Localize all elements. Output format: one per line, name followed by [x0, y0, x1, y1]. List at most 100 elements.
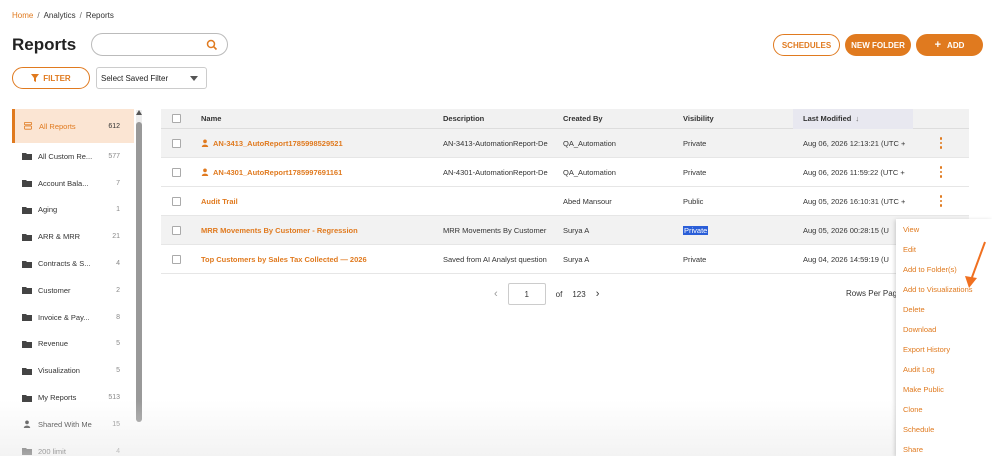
pagination: ‹ 1 of 123 › — [494, 283, 599, 305]
folder-icon — [22, 206, 32, 214]
menu-item-delete[interactable]: Delete — [896, 299, 992, 319]
report-name-link[interactable]: Audit Trail — [201, 197, 238, 206]
row-actions-kebab-icon[interactable] — [939, 136, 943, 150]
saved-filter-select[interactable]: Select Saved Filter — [96, 67, 207, 89]
person-icon — [201, 168, 209, 176]
new-folder-button[interactable]: NEW FOLDER — [845, 34, 911, 56]
sidebar-item-all-custom-reports[interactable]: All Custom Re... 577 — [12, 143, 134, 170]
menu-item-download[interactable]: Download — [896, 319, 992, 339]
search-input[interactable] — [100, 34, 210, 55]
table-row[interactable]: AN-3413_AutoReport1785998529521 AN-3413-… — [161, 129, 969, 158]
person-icon — [201, 139, 209, 147]
folder-icon — [22, 287, 32, 295]
row-actions-kebab-icon[interactable] — [939, 165, 943, 179]
report-name-link[interactable]: MRR Movements By Customer - Regression — [201, 226, 358, 235]
add-button[interactable]: + ADD — [916, 34, 983, 56]
row-checkbox[interactable] — [171, 138, 181, 148]
new-folder-button-label: NEW FOLDER — [851, 40, 905, 50]
column-header-name[interactable]: Name — [191, 114, 433, 123]
page-number-input[interactable]: 1 — [507, 283, 546, 305]
sidebar-item-count: 4 — [116, 260, 120, 268]
sidebar-item-aging[interactable]: Aging 1 — [12, 197, 134, 224]
row-checkbox[interactable] — [171, 167, 181, 177]
sidebar-item-arr-mrr[interactable]: ARR & MRR 21 — [12, 223, 134, 250]
reports-stack-icon — [24, 122, 32, 130]
row-checkbox[interactable] — [171, 196, 181, 206]
search-icon[interactable] — [206, 39, 218, 51]
sidebar-item-account-balances[interactable]: Account Bala... 7 — [12, 170, 134, 197]
rows-per-page-label: Rows Per Pag — [846, 289, 896, 298]
report-description: AN-4301-AutomationReport-De — [443, 167, 548, 177]
column-header-last-modified[interactable]: Last Modified ↓ — [793, 108, 913, 129]
report-visibility: Private — [683, 225, 709, 235]
menu-item-view[interactable]: View — [896, 219, 992, 239]
menu-item-schedule[interactable]: Schedule — [896, 419, 992, 439]
prev-page-icon[interactable]: ‹ — [494, 288, 498, 300]
folder-sidebar: All Reports 612 All Custom Re... 577 Acc… — [12, 109, 134, 456]
table-header: Name Description Created By Visibility L… — [161, 108, 969, 129]
breadcrumb-separator: / — [79, 11, 82, 20]
sidebar-item-count: 612 — [108, 122, 120, 130]
report-name-link[interactable]: Top Customers by Sales Tax Collected — 2… — [201, 255, 367, 264]
filter-button-label: FILTER — [43, 73, 71, 83]
column-header-created-by[interactable]: Created By — [553, 114, 673, 123]
sidebar-item-all-reports[interactable]: All Reports 612 — [12, 109, 134, 143]
schedules-button[interactable]: SCHEDULES — [773, 34, 840, 56]
menu-item-share[interactable]: Share — [896, 439, 992, 456]
chevron-down-icon — [190, 75, 198, 81]
sidebar-item-count: 21 — [112, 233, 120, 241]
sidebar-item-label: Invoice & Pay... — [38, 312, 90, 322]
sidebar-item-shared-with-me[interactable]: Shared With Me 15 — [12, 411, 134, 438]
sidebar-item-count: 15 — [112, 420, 120, 428]
folder-icon — [22, 180, 32, 188]
table-row[interactable]: Top Customers by Sales Tax Collected — 2… — [161, 245, 969, 274]
search-box[interactable] — [91, 33, 228, 56]
menu-item-clone[interactable]: Clone — [896, 399, 992, 419]
sidebar-item-customer[interactable]: Customer 2 — [12, 277, 134, 304]
breadcrumb: Home / Analytics / Reports — [12, 11, 114, 20]
reports-table: Name Description Created By Visibility L… — [161, 108, 969, 274]
sidebar-item-label: Aging — [38, 205, 58, 215]
sidebar-item-revenue[interactable]: Revenue 5 — [12, 331, 134, 358]
row-checkbox[interactable] — [171, 254, 181, 264]
sidebar-item-label: 200 limit — [38, 446, 66, 456]
page-total: 123 — [572, 289, 586, 299]
report-name-link[interactable]: AN-3413_AutoReport1785998529521 — [213, 139, 343, 148]
sidebar-item-label: Shared With Me — [38, 419, 92, 429]
next-page-icon[interactable]: › — [596, 288, 600, 300]
breadcrumb-home[interactable]: Home — [12, 11, 33, 20]
sidebar-item-count: 7 — [116, 179, 120, 187]
filter-button[interactable]: FILTER — [12, 67, 90, 89]
report-name-link[interactable]: AN-4301_AutoReport1785997691161 — [213, 168, 342, 177]
column-header-description[interactable]: Description — [433, 114, 553, 123]
table-row[interactable]: MRR Movements By Customer - Regression M… — [161, 216, 969, 245]
sort-arrow-icon: ↓ — [855, 114, 860, 123]
person-icon — [23, 420, 31, 429]
menu-item-audit-log[interactable]: Audit Log — [896, 359, 992, 379]
sidebar-item-count: 5 — [116, 340, 120, 348]
report-created-by: QA_Automation — [563, 138, 616, 148]
scroll-up-arrow-icon[interactable] — [136, 110, 142, 115]
sidebar-item-invoice-payments[interactable]: Invoice & Pay... 8 — [12, 304, 134, 331]
table-row[interactable]: Audit Trail Abed Mansour Public Aug 05, … — [161, 187, 969, 216]
sidebar-scrollbar-thumb[interactable] — [136, 122, 142, 422]
row-actions-kebab-icon[interactable] — [939, 194, 943, 208]
sidebar-item-visualization[interactable]: Visualization 5 — [12, 357, 134, 384]
breadcrumb-analytics[interactable]: Analytics — [44, 11, 76, 20]
select-all-checkbox[interactable] — [171, 114, 181, 123]
page-title: Reports — [12, 35, 77, 54]
report-visibility: Public — [683, 196, 704, 206]
sidebar-item-contracts[interactable]: Contracts & S... 4 — [12, 250, 134, 277]
plus-icon: + — [934, 39, 942, 51]
table-row[interactable]: AN-4301_AutoReport1785997691161 AN-4301-… — [161, 158, 969, 187]
sidebar-item-my-reports[interactable]: My Reports 513 — [12, 384, 134, 411]
sidebar-item-label: Revenue — [38, 339, 69, 349]
menu-item-make-public[interactable]: Make Public — [896, 379, 992, 399]
row-checkbox[interactable] — [171, 225, 181, 235]
folder-icon — [22, 153, 32, 161]
report-description: Saved from AI Analyst question — [443, 254, 547, 264]
sidebar-scrollbar[interactable] — [136, 110, 142, 422]
column-header-visibility[interactable]: Visibility — [673, 114, 793, 123]
menu-item-export-history[interactable]: Export History — [896, 339, 992, 359]
sidebar-item-200-limit[interactable]: 200 limit 4 — [12, 438, 134, 456]
